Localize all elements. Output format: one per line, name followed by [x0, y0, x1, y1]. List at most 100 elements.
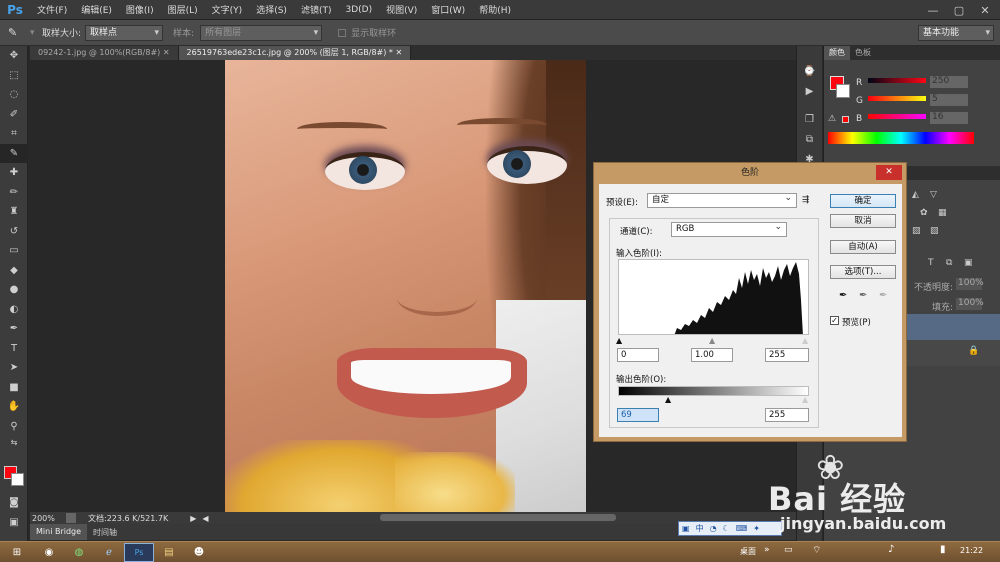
sample-select[interactable]: 所有图层 [200, 24, 323, 41]
close-button[interactable]: ✕ [972, 0, 998, 20]
eyedropper-tool-icon[interactable]: ✎ [0, 143, 28, 163]
output-white-field[interactable]: 255 [765, 408, 809, 422]
curves-adjust-icon[interactable]: ◭ [912, 190, 919, 200]
crop-tool-icon[interactable]: ⌗ [0, 124, 28, 144]
dialog-close-button[interactable]: ✕ [876, 165, 902, 180]
tray-keyboard-icon[interactable]: ▭ [784, 545, 793, 555]
preset-select[interactable]: 自定 [647, 192, 797, 208]
options-button[interactable]: 选项(T)... [830, 265, 896, 279]
type-tool-icon[interactable]: T [0, 339, 28, 359]
background-color-swatch[interactable] [11, 473, 24, 486]
blur-tool-icon[interactable]: ● [0, 280, 28, 300]
ime-punctuation-icon[interactable]: ◔ [707, 524, 720, 533]
hand-tool-icon[interactable]: ✋ [0, 397, 28, 417]
layer-row-background[interactable] [906, 340, 1000, 366]
input-gamma-field[interactable]: 1.00 [691, 348, 733, 362]
tray-chevron-icon[interactable]: » [764, 545, 770, 555]
ime-mode-toggle[interactable]: 中 [693, 523, 707, 534]
menu-image[interactable]: 图像(I) [119, 3, 161, 16]
invert-adjust-icon[interactable]: ▧ [912, 226, 921, 236]
history-brush-tool-icon[interactable]: ↺ [0, 222, 28, 242]
ime-settings-icon[interactable]: ✦ [750, 524, 763, 533]
gray-point-eyedropper-icon[interactable]: ✒ [859, 290, 867, 301]
tab-mini-bridge[interactable]: Mini Bridge [30, 524, 88, 540]
photo-canvas[interactable] [225, 60, 586, 512]
actions-panel-icon[interactable]: ▶ [803, 86, 817, 100]
horizontal-scrollbar[interactable] [380, 514, 616, 521]
output-black-slider[interactable]: ▲ [665, 395, 671, 404]
menu-help[interactable]: 帮助(H) [472, 3, 518, 16]
panel-background-swatch[interactable] [836, 84, 850, 98]
move-tool-icon[interactable]: ✥ [0, 46, 28, 66]
auto-button[interactable]: 自动(A) [830, 240, 896, 254]
b-value-input[interactable]: 16 [930, 112, 968, 124]
threshold-adjust-icon[interactable]: ▨ [930, 226, 939, 236]
taskbar-ie-icon[interactable]: ℯ [94, 543, 124, 562]
color-spectrum-bar[interactable] [828, 132, 974, 144]
screen-mode-icon[interactable]: ▣ [0, 513, 28, 533]
history-panel-icon[interactable]: ⌚ [803, 66, 817, 80]
input-white-slider[interactable]: ▲ [802, 336, 808, 345]
white-point-eyedropper-icon[interactable]: ✒ [879, 290, 887, 301]
maximize-button[interactable]: ▢ [946, 0, 972, 20]
input-black-slider[interactable]: ▲ [616, 336, 622, 345]
tab-close-icon[interactable]: ✕ [395, 48, 402, 57]
dialog-title-bar[interactable]: 色阶 ✕ [594, 163, 906, 183]
smart-filter-icon[interactable]: ▣ [964, 258, 973, 268]
b-slider[interactable] [868, 114, 926, 119]
warning-icon[interactable]: ⚠ [828, 114, 836, 124]
layer-row-selected[interactable] [906, 314, 1000, 340]
type-layer-filter-icon[interactable]: T [928, 258, 934, 268]
gradient-map-icon[interactable]: ▽ [930, 190, 937, 200]
ime-menu-icon[interactable]: ▣ [679, 524, 693, 533]
ok-button[interactable]: 确定 [830, 194, 896, 208]
status-info-icon[interactable] [66, 513, 76, 523]
preset-options-icon[interactable]: ⇶ [802, 195, 809, 205]
tab-document-1[interactable]: 09242-1.jpg @ 100%(RGB/8#) ✕ [30, 46, 179, 60]
paint-bucket-tool-icon[interactable]: ◆ [0, 261, 28, 281]
fill-input[interactable]: 100% [956, 298, 984, 310]
taskbar-firefox-icon[interactable]: ◉ [34, 543, 64, 562]
healing-brush-tool-icon[interactable]: ✚ [0, 163, 28, 183]
channel-mixer-icon[interactable]: ▦ [938, 208, 947, 218]
brush-tool-icon[interactable]: ✏ [0, 183, 28, 203]
minimize-button[interactable]: — [920, 0, 946, 20]
workspace-select[interactable]: 基本功能 [918, 25, 994, 41]
menu-filter[interactable]: 滤镜(T) [294, 3, 339, 16]
tab-close-icon[interactable]: ✕ [163, 48, 170, 57]
menu-select[interactable]: 选择(S) [249, 3, 294, 16]
layer-comps-icon[interactable]: ❒ [803, 114, 817, 128]
clock-time[interactable]: 21:22 [960, 546, 983, 555]
web-safe-swatch[interactable] [842, 116, 849, 123]
pen-tool-icon[interactable]: ✒ [0, 319, 28, 339]
tab-timeline[interactable]: 时间轴 [87, 527, 123, 538]
swap-colors-icon[interactable]: ⇆ [0, 436, 28, 448]
show-ring-checkbox[interactable] [338, 28, 347, 37]
quick-select-tool-icon[interactable]: ✐ [0, 105, 28, 125]
taskbar-browser-icon[interactable]: ◍ [64, 543, 94, 562]
menu-window[interactable]: 窗口(W) [424, 3, 472, 16]
tab-color[interactable]: 颜色 [824, 46, 850, 60]
rectangle-tool-icon[interactable]: ■ [0, 378, 28, 398]
quick-mask-icon[interactable]: ◙ [0, 493, 28, 513]
input-white-field[interactable]: 255 [765, 348, 809, 362]
input-black-field[interactable]: 0 [617, 348, 659, 362]
zoom-level[interactable]: 200% [30, 514, 66, 523]
menu-view[interactable]: 视图(V) [379, 3, 424, 16]
tray-wifi-icon[interactable]: ⌔ [812, 544, 821, 557]
channel-select[interactable]: RGB [671, 221, 787, 237]
start-button-icon[interactable]: ⊞ [0, 543, 34, 562]
output-black-field[interactable]: 69 [617, 408, 659, 422]
ime-keyboard-icon[interactable]: ⌨ [733, 524, 751, 533]
menu-type[interactable]: 文字(Y) [205, 3, 250, 16]
shape-layer-filter-icon[interactable]: ⧉ [946, 258, 952, 268]
taskbar-photoshop-icon[interactable]: Ps [124, 542, 154, 562]
desktop-label[interactable]: 桌面 [740, 546, 756, 557]
cancel-button[interactable]: 取消 [830, 214, 896, 228]
menu-3d[interactable]: 3D(D) [338, 5, 379, 15]
status-arrow-icon[interactable]: ▶ [190, 514, 196, 523]
menu-edit[interactable]: 编辑(E) [74, 3, 119, 16]
properties-panel-icon[interactable]: ⧉ [803, 134, 817, 148]
g-slider[interactable] [868, 96, 926, 101]
path-select-tool-icon[interactable]: ➤ [0, 358, 28, 378]
